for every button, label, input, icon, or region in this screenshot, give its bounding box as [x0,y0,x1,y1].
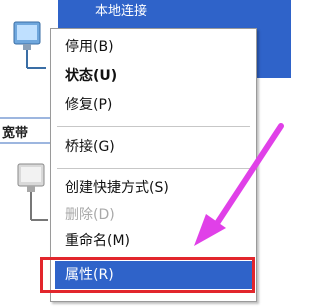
annotation-arrow [194,123,284,246]
